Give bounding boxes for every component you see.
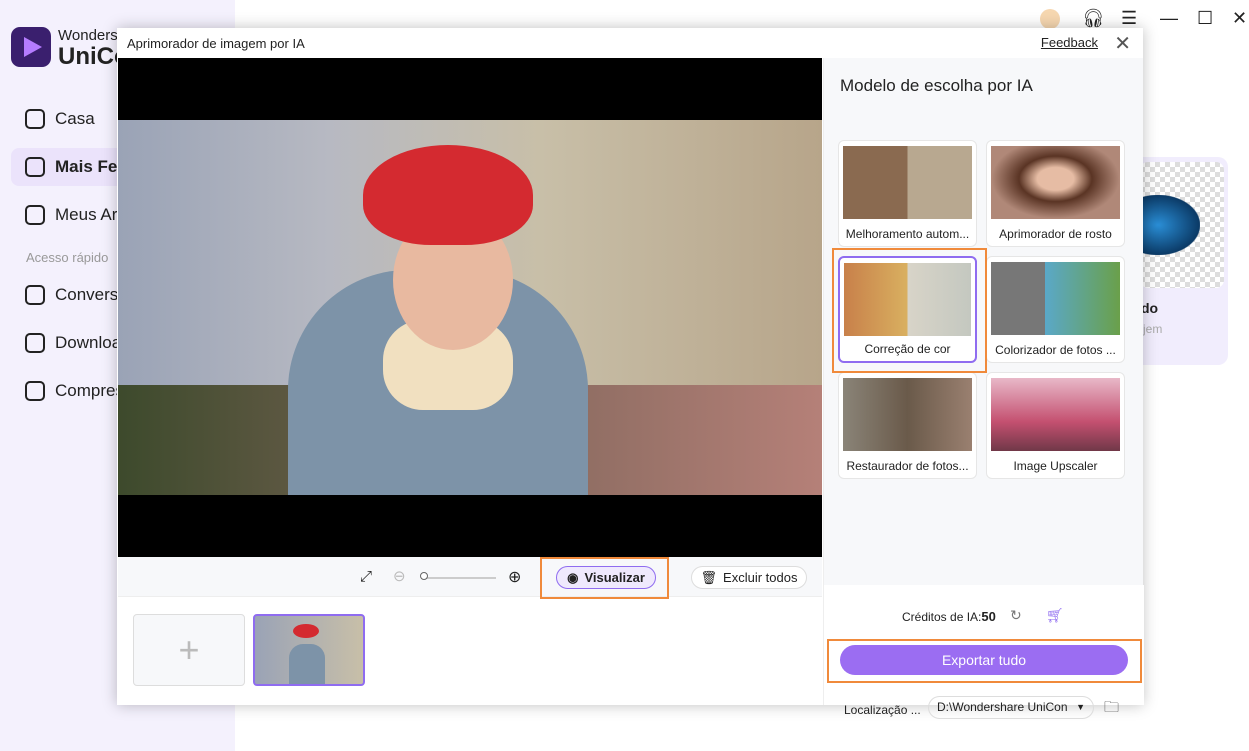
label: Mais Fe	[55, 157, 118, 176]
label: Aprimorador de rosto	[999, 227, 1112, 241]
toolbox-icon	[25, 157, 45, 177]
compress-icon	[25, 381, 45, 401]
home-icon	[25, 109, 45, 129]
highlight-box	[832, 248, 987, 373]
preview-toolbar: ⤢ ⊖ ⊕ ◉ Visualizar 🗑︎ Excluir todos	[118, 557, 822, 599]
zoom-out-icon[interactable]: ⊖	[393, 567, 406, 585]
dialog-title: Aprimorador de imagem por IA	[127, 36, 305, 51]
convert-icon	[25, 285, 45, 305]
ai-credits: Créditos de IA:50	[902, 609, 996, 624]
download-icon	[25, 333, 45, 353]
location-label: Localização ...	[844, 703, 921, 717]
menu-icon[interactable]: ☰	[1121, 8, 1137, 29]
panel-heading: Modelo de escolha por IA	[840, 76, 1033, 95]
model-card-photo-restorer[interactable]: Restaurador de fotos...	[838, 372, 977, 479]
label: Colorizador de fotos ...	[995, 343, 1116, 357]
highlight-box	[540, 557, 669, 599]
zoom-in-icon[interactable]: ⊕	[508, 567, 521, 587]
model-card-photo-colorizer[interactable]: Colorizador de fotos ...	[986, 256, 1125, 363]
folder-icon[interactable]: 🗀	[1104, 697, 1119, 722]
minimize-icon[interactable]: —	[1160, 8, 1178, 29]
cart-icon[interactable]: 🛒︎	[1046, 607, 1064, 624]
label: Meus Arc	[55, 205, 126, 224]
feedback-link[interactable]: Feedback	[1041, 35, 1098, 50]
model-card-image-upscaler[interactable]: Image Upscaler	[986, 372, 1125, 479]
image-thumbnail[interactable]	[253, 614, 365, 686]
add-image-button[interactable]: +	[133, 614, 245, 686]
file-icon	[25, 205, 45, 225]
quick-access-heading: Acesso rápido	[26, 250, 109, 265]
maximize-icon[interactable]: ☐	[1197, 8, 1213, 29]
model-card-auto-enhance[interactable]: Melhoramento autom...	[838, 140, 977, 247]
butterfly-image	[1140, 195, 1200, 255]
close-app-icon[interactable]: ✕	[1232, 8, 1247, 29]
brand-name: Wonders	[58, 27, 118, 44]
image-preview	[118, 58, 822, 557]
label: Melhoramento autom...	[845, 227, 970, 241]
card-subtitle: jem	[1143, 322, 1163, 336]
credits-value: 50	[981, 609, 996, 624]
label: Restaurador de fotos...	[846, 459, 969, 473]
card-title: do	[1141, 300, 1159, 316]
label: Casa	[55, 109, 95, 128]
model-card-face-enhancer[interactable]: Aprimorador de rosto	[986, 140, 1125, 247]
zoom-slider-handle[interactable]	[420, 572, 428, 580]
label: Downloa	[55, 333, 122, 352]
trash-icon: 🗑︎	[700, 569, 718, 585]
label: Excluir todos	[723, 570, 798, 585]
refresh-icon[interactable]: ↻	[1010, 607, 1022, 624]
close-dialog-icon[interactable]: ✕	[1114, 31, 1131, 56]
label: D:\Wondershare UniCon	[937, 700, 1068, 714]
delete-all-button[interactable]: 🗑︎ Excluir todos	[691, 566, 807, 589]
user-avatar-icon[interactable]	[1040, 9, 1060, 29]
credits-label: Créditos de IA:	[902, 610, 982, 624]
label: Image Upscaler	[1013, 459, 1098, 473]
highlight-box	[827, 639, 1142, 683]
label: Compres	[55, 381, 124, 400]
zoom-slider[interactable]	[424, 577, 496, 579]
app-logo	[11, 27, 51, 67]
preview-photo	[118, 120, 822, 495]
fit-screen-icon[interactable]: ⤢	[360, 568, 372, 585]
model-panel: Modelo de escolha por IA Melhoramento au…	[823, 58, 1144, 719]
chevron-down-icon: ▼	[1076, 702, 1085, 712]
export-section: Créditos de IA:50 ↻ 🛒︎ Exportar tudo Loc…	[824, 585, 1144, 719]
ai-image-enhancer-dialog: Aprimorador de imagem por IA Feedback ✕ …	[117, 28, 1144, 719]
headset-icon[interactable]: 🎧︎	[1082, 8, 1105, 29]
location-select[interactable]: D:\Wondershare UniCon ▼	[928, 696, 1094, 719]
